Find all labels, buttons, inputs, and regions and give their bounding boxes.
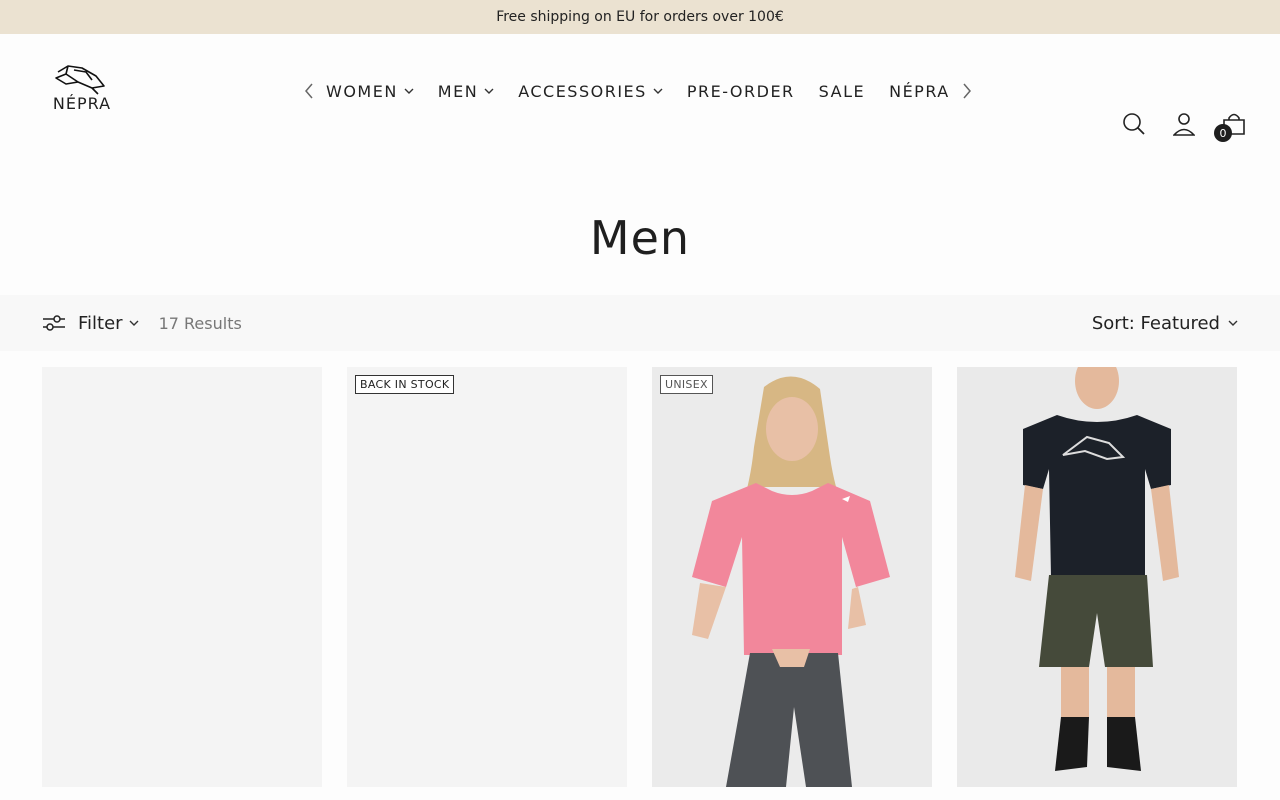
nav-item-label: ACCESSORIES [518,81,647,101]
brand-logo[interactable]: NÉPRA [46,62,118,113]
product-badge: BACK IN STOCK [355,375,455,394]
frog-logo-icon [55,65,105,95]
nav-item-label: PRE-ORDER [686,81,795,101]
product-card[interactable]: BACK IN STOCK [347,367,627,787]
nav-item-label: WOMEN [326,81,398,101]
product-image [957,367,1237,787]
sliders-icon [42,314,66,332]
chevron-down-icon [653,88,663,94]
announcement-text: Free shipping on EU for orders over 100€ [496,9,784,25]
nav-item-women[interactable]: WOMEN [326,82,414,101]
chevron-down-icon [404,88,414,94]
nav-item-pre-order[interactable]: PRE-ORDER [687,82,795,101]
results-count: 17 Results [158,313,242,333]
cart-count-badge: 0 [1214,124,1232,142]
nav-item-label: MEN [437,81,479,101]
header-actions: 0 [1098,110,1248,142]
nav-prev-arrow-icon[interactable] [300,79,318,103]
nav-item-label: SALE [818,81,866,101]
site-header: NÉPRA WOMEN MEN ACCESSORIES PRE-ORDER SA… [0,34,1280,148]
product-image-placeholder [42,367,322,787]
shopping-bag-icon[interactable]: 0 [1214,110,1248,142]
nav-item-label: NÉPRA [889,81,950,101]
sort-label: Sort: Featured [1091,312,1220,334]
product-card[interactable] [957,367,1237,787]
product-image [652,367,932,787]
nav-item-men[interactable]: MEN [438,82,494,101]
product-card[interactable] [42,367,322,787]
nav-item-accessories[interactable]: ACCESSORIES [518,82,663,101]
announcement-bar: Free shipping on EU for orders over 100€ [0,0,1280,34]
nav-next-arrow-icon[interactable] [958,79,976,103]
chevron-down-icon [1228,320,1238,326]
chevron-down-icon [129,320,139,326]
user-icon[interactable] [1170,110,1198,138]
collection-toolbar: Filter 17 Results Sort: Featured [0,295,1280,351]
brand-name: NÉPRA [52,94,112,113]
filter-label: Filter [78,312,123,334]
filter-button[interactable]: Filter [42,313,139,334]
page-title: Men [589,211,691,265]
main-navigation: WOMEN MEN ACCESSORIES PRE-ORDER SALE NÉP… [300,79,976,103]
product-badge: UNISEX [660,375,713,394]
product-card[interactable]: UNISEX [652,367,932,787]
search-icon[interactable] [1120,110,1148,138]
nav-item-nepra[interactable]: NÉPRA [889,82,950,101]
chevron-down-icon [484,88,494,94]
sort-dropdown[interactable]: Sort: Featured [1092,313,1238,334]
product-grid: BACK IN STOCK UNISEX [42,367,1237,787]
nav-item-sale[interactable]: SALE [819,82,865,101]
